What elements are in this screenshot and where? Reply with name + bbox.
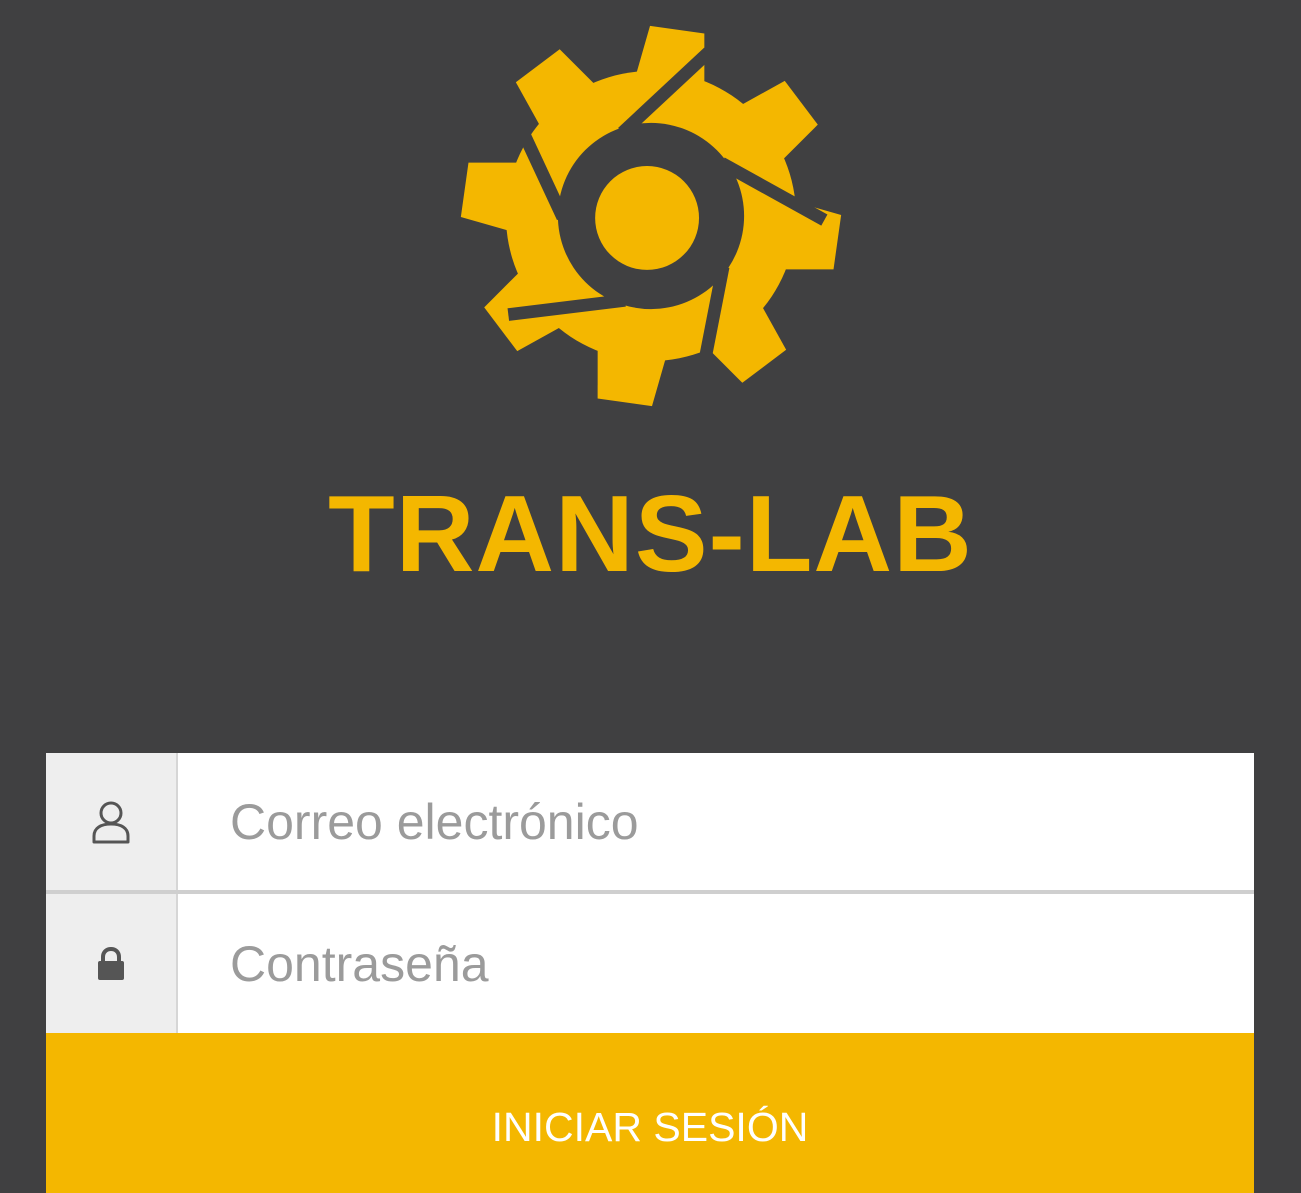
- email-field-group: [46, 753, 1254, 894]
- password-field[interactable]: [178, 894, 1254, 1033]
- password-field-group: [46, 894, 1254, 1033]
- user-icon: [92, 801, 130, 843]
- login-form: INICIAR SESIÓN: [46, 753, 1254, 1193]
- email-addon: [46, 753, 178, 890]
- email-field[interactable]: [178, 753, 1254, 890]
- lock-icon: [98, 946, 124, 980]
- login-submit-button[interactable]: INICIAR SESIÓN: [46, 1033, 1254, 1193]
- brand-name: TRANS-LAB: [328, 473, 973, 595]
- password-addon: [46, 894, 178, 1033]
- brand-logo-gear-icon: [455, 20, 847, 412]
